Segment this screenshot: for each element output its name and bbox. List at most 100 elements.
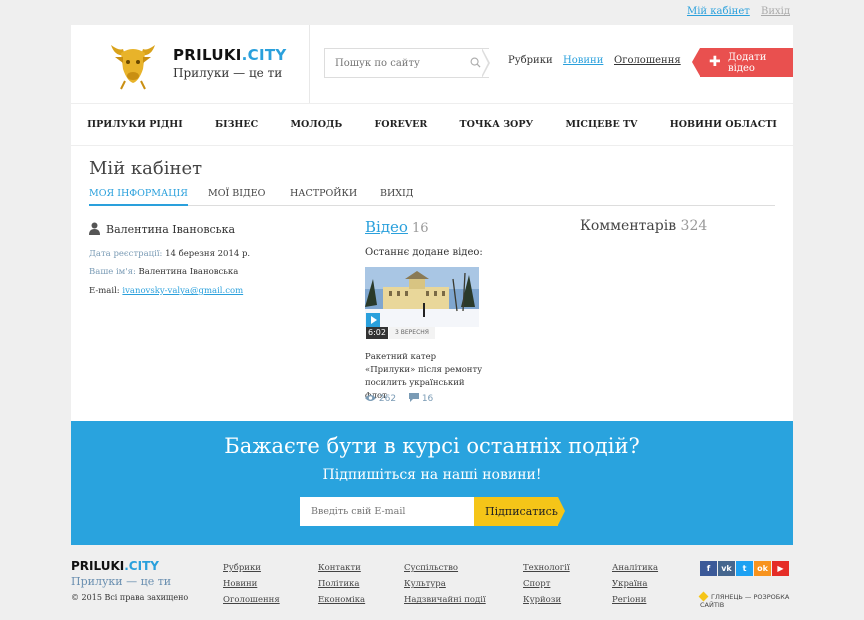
reg-date-row: Дата реєстрації: 14 березня 2014 р. [89, 249, 250, 259]
nav-item-biznes[interactable]: БІЗНЕС [215, 119, 258, 130]
footer-link[interactable]: Аналітика [612, 560, 658, 576]
video-views: 262 [378, 394, 397, 404]
youtube-icon[interactable]: ▶ [772, 561, 789, 576]
add-video-button[interactable]: ✚ Додати відео [692, 48, 793, 77]
developer-logo-icon [698, 591, 709, 602]
developer-credit[interactable]: ГЛЯНЕЦЬ — РОЗРОБКА САЙТІВ [698, 591, 793, 609]
footer-link[interactable]: Рубрики [223, 560, 280, 576]
reg-date-value: 14 березня 2014 р. [165, 249, 251, 259]
eye-icon [365, 395, 376, 401]
nav-item-molod[interactable]: МОЛОДЬ [291, 119, 343, 130]
footer-link[interactable]: Політика [318, 576, 365, 592]
reg-date-label: Дата реєстрації: [89, 249, 163, 259]
video-stats: 262 16 [365, 393, 433, 404]
facebook-icon[interactable]: f [700, 561, 717, 576]
nav-item-tochka-zoru[interactable]: ТОЧКА ЗОРУ [460, 119, 534, 130]
nav-link-news[interactable]: Новини [563, 55, 603, 66]
vk-icon[interactable]: vk [718, 561, 735, 576]
footer-link[interactable]: Суспільство [404, 560, 486, 576]
search-box [324, 48, 489, 78]
nav-link-rubrics[interactable]: Рубрики [508, 55, 553, 66]
footer-brand-main: PRILUKI [71, 559, 125, 573]
site-footer: PRILUKI.CITY Прилуки — це ти © 2015 Всі … [71, 545, 793, 620]
brand-main: PRILUKI [173, 46, 242, 64]
last-video-label: Останнє додане відео: [365, 247, 483, 258]
subscribe-email-input[interactable] [300, 497, 474, 526]
brand-tld: .CITY [241, 46, 287, 64]
odnoklassniki-icon[interactable]: ok [754, 561, 771, 576]
top-links: Мій кабінет Вихід [679, 6, 790, 17]
subscribe-title: Бажаєте бути в курсі останніх подій? [224, 434, 640, 458]
twitter-icon[interactable]: t [736, 561, 753, 576]
footer-link[interactable]: Технології [523, 560, 570, 576]
footer-column-5: Аналітика Україна Регіони [612, 560, 658, 608]
subscribe-banner: Бажаєте бути в курсі останніх подій? Під… [71, 421, 793, 545]
footer-link[interactable]: Регіони [612, 592, 658, 608]
nav-item-priluky-ridni[interactable]: ПРИЛУКИ РІДНІ [87, 119, 183, 130]
footer-link[interactable]: Культура [404, 576, 486, 592]
header-divider [309, 25, 310, 103]
tab-logout[interactable]: ВИХІД [380, 188, 414, 206]
my-cabinet-link[interactable]: Мій кабінет [687, 6, 750, 17]
user-icon [89, 222, 100, 235]
brand-name[interactable]: PRILUKI.CITY [173, 46, 287, 64]
footer-link[interactable]: Новини [223, 576, 280, 592]
footer-link[interactable]: Курйози [523, 592, 570, 608]
footer-link[interactable]: Спорт [523, 576, 570, 592]
videos-heading: Відео 16 [365, 218, 429, 236]
videos-count: 16 [411, 221, 429, 236]
footer-brand[interactable]: PRILUKI.CITY [71, 559, 159, 573]
video-thumbnail[interactable] [365, 267, 479, 327]
comments-count: 324 [680, 218, 708, 234]
developer-text: ГЛЯНЕЦЬ — РОЗРОБКА САЙТІВ [700, 593, 790, 609]
email-link[interactable]: ivanovsky-valya@gmail.com [122, 286, 243, 296]
profile-tabs: МОЯ ІНФОРМАЦІЯ МОЇ ВІДЕО НАСТРОЙКИ ВИХІД [89, 188, 775, 206]
logout-link[interactable]: Вихід [761, 6, 790, 17]
search-icon[interactable] [470, 57, 481, 68]
main-nav: ПРИЛУКИ РІДНІ БІЗНЕС МОЛОДЬ FOREVER ТОЧК… [71, 103, 793, 146]
play-icon[interactable] [366, 313, 380, 327]
add-video-label: Додати відео [728, 51, 767, 74]
nav-item-novyny-oblasti[interactable]: НОВИНИ ОБЛАСТІ [670, 119, 777, 130]
bull-logo-icon[interactable] [105, 35, 161, 91]
footer-link[interactable]: Оголошення [223, 592, 280, 608]
footer-column-2: Контакти Політика Економіка [318, 560, 365, 608]
videos-link[interactable]: Відео [365, 218, 408, 236]
video-comments: 16 [421, 394, 434, 404]
name-value: Валентина Івановська [138, 267, 239, 277]
subscribe-button[interactable]: Підписатись [474, 497, 565, 526]
plus-icon: ✚ [709, 54, 721, 70]
comments-label: Комментарів [580, 218, 677, 234]
user-name-text: Валентина Івановська [106, 223, 236, 236]
footer-copyright: © 2015 Всі права захищено [71, 593, 189, 602]
email-label: E-mail: [89, 286, 120, 296]
nav-item-mistseve-tv[interactable]: МІСЦЕВЕ TV [565, 119, 637, 130]
footer-link[interactable]: Україна [612, 576, 658, 592]
footer-tagline: Прилуки — це ти [71, 575, 172, 588]
comment-icon [408, 393, 419, 402]
footer-column-3: Суспільство Культура Надзвичайні події [404, 560, 486, 608]
email-row: E-mail: ivanovsky-valya@gmail.com [89, 286, 243, 296]
footer-link[interactable]: Надзвичайні події [404, 592, 486, 608]
tab-my-videos[interactable]: МОЇ ВІДЕО [208, 188, 265, 206]
tab-my-info[interactable]: МОЯ ІНФОРМАЦІЯ [89, 188, 188, 206]
search-input[interactable] [325, 49, 455, 77]
footer-link[interactable]: Економіка [318, 592, 365, 608]
subscribe-subtitle: Підпишіться на наші новини! [322, 467, 542, 483]
footer-social: f vk t ok ▶ [700, 561, 790, 576]
footer-column-4: Технології Спорт Курйози [523, 560, 570, 608]
footer-brand-tld: .CITY [124, 559, 159, 573]
video-date: 3 ВЕРЕСНЯ [389, 327, 435, 339]
name-row: Ваше ім'я: Валентина Івановська [89, 267, 238, 277]
search-arrow-inner [481, 49, 488, 77]
tagline: Прилуки — це ти [173, 66, 283, 80]
user-name: Валентина Івановська [89, 222, 235, 236]
video-duration: 6:02 [366, 327, 388, 339]
tab-settings[interactable]: НАСТРОЙКИ [290, 188, 357, 206]
comments-heading: Комментарів 324 [580, 218, 707, 234]
page-title: Мій кабінет [89, 158, 203, 179]
footer-link[interactable]: Контакти [318, 560, 365, 576]
footer-column-1: Рубрики Новини Оголошення [223, 560, 280, 608]
nav-item-forever[interactable]: FOREVER [375, 119, 428, 130]
nav-link-ads[interactable]: Оголошення [614, 55, 681, 66]
